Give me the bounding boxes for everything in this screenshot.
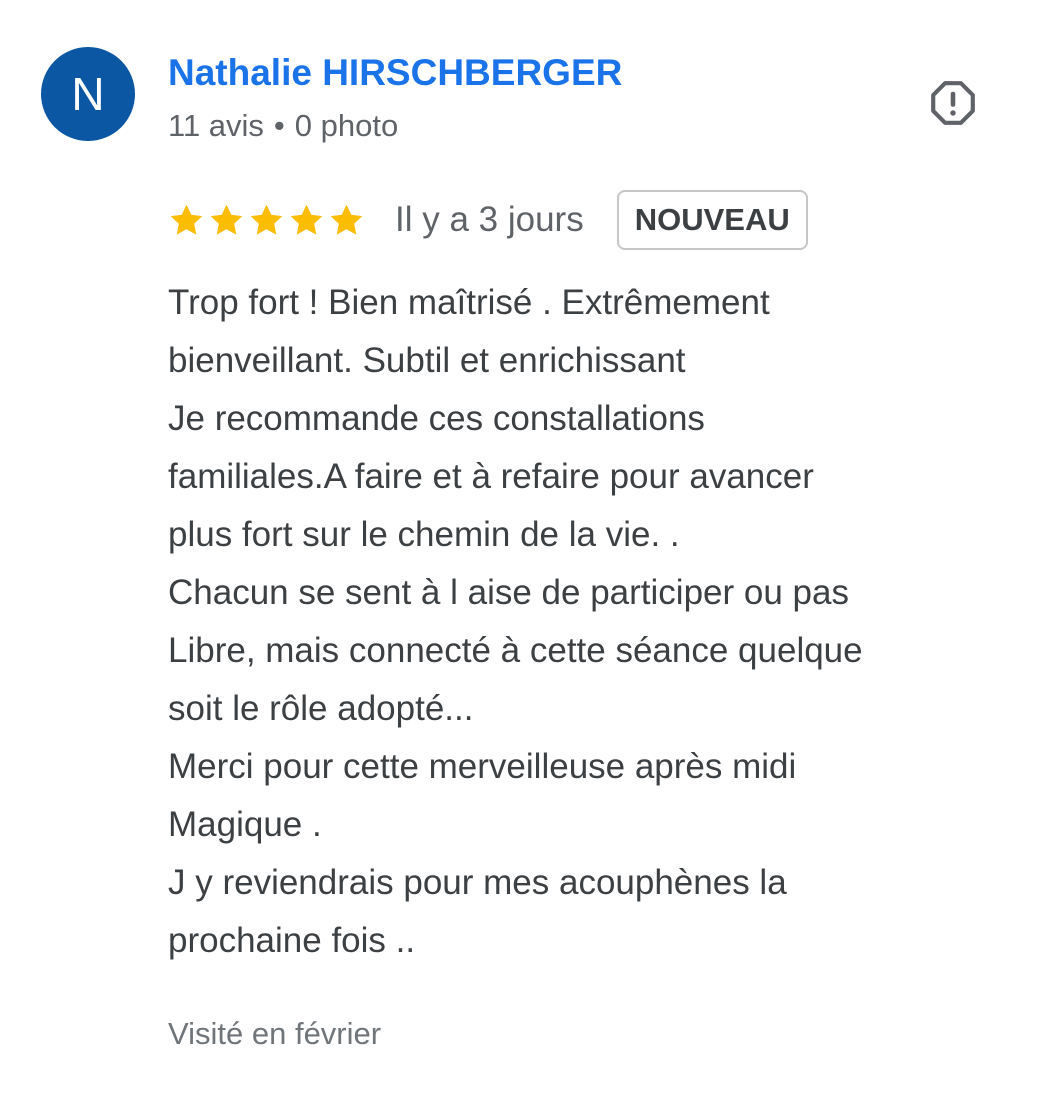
review-text-line: Libre, mais connecté à cette séance quel… <box>168 631 863 670</box>
review-text-line: soit le rôle adopté... <box>168 689 474 728</box>
avatar[interactable]: N <box>41 47 135 141</box>
photos-count: 0 photo <box>294 108 399 143</box>
visited-date: Visité en février <box>168 1016 382 1051</box>
reviewer-name[interactable]: Nathalie HIRSCHBERGER <box>168 52 622 94</box>
reviews-count: 11 avis <box>168 108 264 143</box>
review-text-line: J y reviendrais pour mes acouphènes la <box>168 863 787 902</box>
meta-separator: • <box>273 108 285 143</box>
star-icon <box>170 204 203 235</box>
review-text-line: plus fort sur le chemin de la vie. . <box>168 515 680 554</box>
review-text-line: Magique . <box>168 805 322 844</box>
review-text-line: Je recommande ces constallations <box>168 399 705 438</box>
review-card: N Nathalie HIRSCHBERGER 11 avis • 0 photo … <box>0 0 1042 1115</box>
review-date: Il y a 3 jours <box>395 200 584 239</box>
review-text-line: prochaine fois .. <box>168 921 416 960</box>
star-icon <box>250 204 283 235</box>
star-icon <box>210 204 243 235</box>
report-flag-icon <box>931 81 975 125</box>
star-icon <box>290 204 323 235</box>
avatar-initial: N <box>71 68 105 120</box>
report-button[interactable] <box>928 78 978 128</box>
new-badge: NOUVEAU <box>616 190 808 250</box>
review-text-line: Chacun se sent à l aise de participer ou… <box>168 573 849 612</box>
review-text-line: familiales.A faire et à refaire pour ava… <box>168 457 814 496</box>
review-text: Trop fort ! Bien maîtrisé . Extrêmement b… <box>168 274 1008 970</box>
star-rating <box>168 202 365 239</box>
review-text-line: bienveillant. Subtil et enrichissant <box>168 341 686 380</box>
review-text-line: Trop fort ! Bien maîtrisé . Extrêmement <box>168 283 770 322</box>
review-text-line: Merci pour cette merveilleuse après midi <box>168 747 797 786</box>
reviewer-meta: 11 avis • 0 photo <box>168 108 398 144</box>
rating-row: Il y a 3 jours NOUVEAU <box>168 188 808 252</box>
star-icon <box>330 204 363 235</box>
